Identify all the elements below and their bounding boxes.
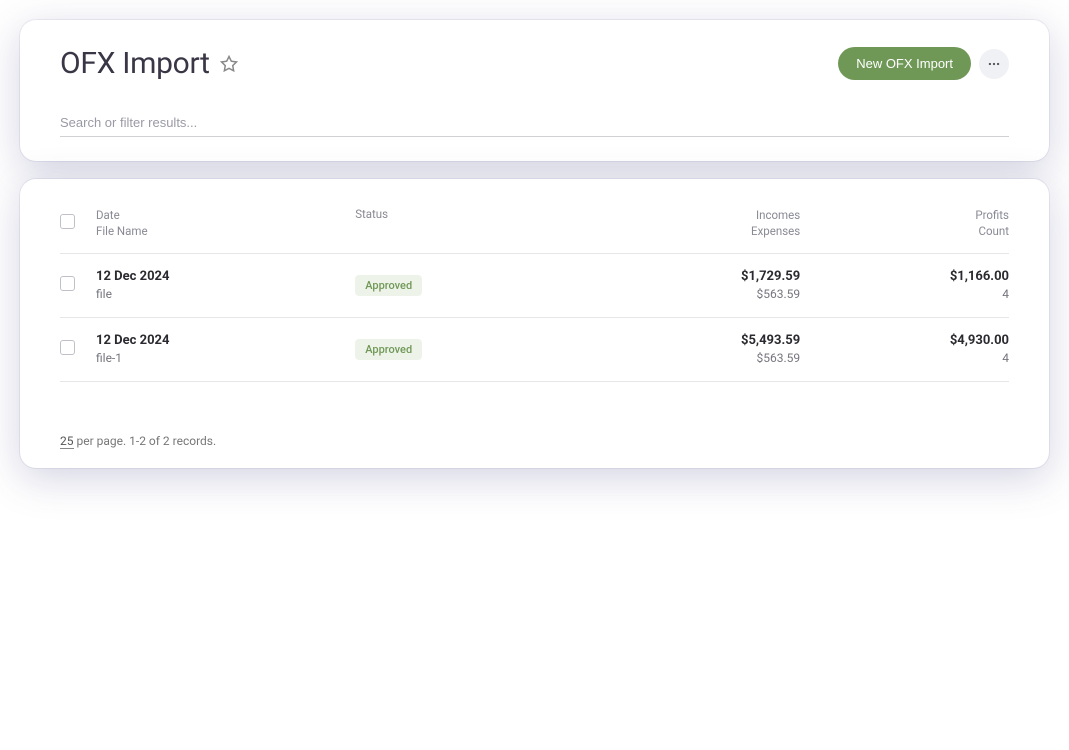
pagination-text: per page. 1-2 of 2 records.	[74, 434, 217, 448]
page-title: OFX Import	[60, 46, 210, 81]
row-count: 4	[1002, 286, 1009, 303]
row-expenses: $563.59	[757, 286, 801, 303]
row-profits: $4,930.00	[950, 332, 1009, 350]
row-date: 12 Dec 2024	[96, 268, 355, 286]
more-actions-button[interactable]	[979, 49, 1009, 79]
star-icon[interactable]	[220, 55, 238, 73]
column-incomes: Incomes	[756, 207, 800, 223]
table-card: Date File Name Status Incomes Expenses	[20, 179, 1049, 468]
ofx-import-table: Date File Name Status Incomes Expenses	[60, 199, 1009, 382]
pagination-summary: 25 per page. 1-2 of 2 records.	[60, 434, 1009, 448]
column-date: Date	[96, 207, 355, 223]
status-badge: Approved	[355, 275, 422, 296]
search-input[interactable]	[60, 111, 1009, 134]
per-page-selector[interactable]: 25	[60, 434, 74, 449]
column-count: Count	[979, 223, 1010, 239]
column-profits: Profits	[975, 207, 1009, 223]
column-status: Status	[355, 207, 388, 221]
row-expenses: $563.59	[757, 350, 801, 367]
row-count: 4	[1002, 350, 1009, 367]
table-row[interactable]: 12 Dec 2024 file Approved $1,729.59 $563…	[60, 254, 1009, 318]
row-incomes: $1,729.59	[741, 268, 800, 286]
column-filename: File Name	[96, 223, 355, 239]
row-date: 12 Dec 2024	[96, 332, 355, 350]
row-filename: file-1	[96, 350, 355, 367]
row-checkbox[interactable]	[60, 276, 75, 291]
row-filename: file	[96, 286, 355, 303]
row-profits: $1,166.00	[950, 268, 1009, 286]
row-checkbox[interactable]	[60, 340, 75, 355]
row-incomes: $5,493.59	[741, 332, 800, 350]
status-badge: Approved	[355, 339, 422, 360]
select-all-checkbox[interactable]	[60, 214, 75, 229]
header-card: OFX Import New OFX Import	[20, 20, 1049, 161]
dots-icon	[987, 57, 1001, 71]
new-ofx-import-button[interactable]: New OFX Import	[838, 47, 971, 80]
table-row[interactable]: 12 Dec 2024 file-1 Approved $5,493.59 $5…	[60, 318, 1009, 382]
column-expenses: Expenses	[751, 223, 800, 239]
